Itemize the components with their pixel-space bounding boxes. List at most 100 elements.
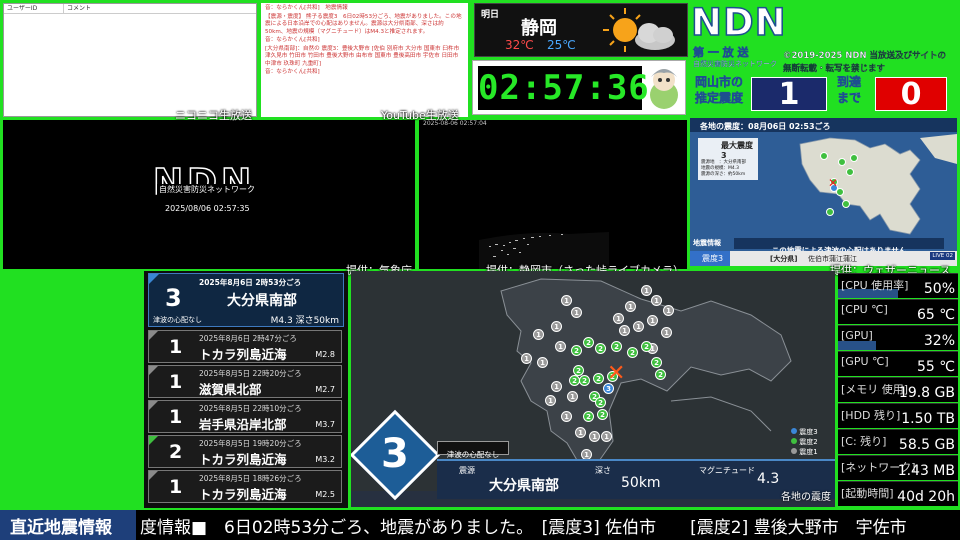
shindo-marker: 1 <box>551 381 562 392</box>
clock-display: 02:57:36 <box>478 66 650 110</box>
quake-list-item[interactable]: 2 2025年8月5日 19時20分ごろ トカラ列島近海 M3.2 <box>148 435 342 468</box>
shindo-marker: 2 <box>595 397 606 408</box>
arrival-countdown-value: 0 <box>900 77 922 112</box>
news-map-title: 各地の震度：08月06日 02:53ごろ <box>700 122 831 131</box>
main-quake-map: 1111111111111111122222222222222223211111… <box>351 271 835 507</box>
shindo-marker: 2 <box>655 369 666 380</box>
shindo-marker: 2 <box>593 373 604 384</box>
stat-row: [C: 残り] 58.5 GB <box>838 429 958 454</box>
epicenter-value: 大分県南部 <box>489 478 559 494</box>
news-max-box: 最大震度 3 震源地 ：大分県南部 地震の規模：M4.3 震源の深さ：約50km <box>698 138 758 180</box>
ticker-text: 度情報■ 6日02時53分ごろ、地震がありました。 [震度3] 佐伯市 [震度2… <box>140 518 907 538</box>
arrival-until: 到達 <box>837 75 862 90</box>
shindo-marker: 2 <box>583 411 594 422</box>
shindo-marker: 1 <box>567 391 578 402</box>
row-shindo: 1 <box>169 406 183 428</box>
column-user-id[interactable]: ユーザーID <box>4 4 64 13</box>
row-place: 岩手県沿岸北部 <box>199 417 287 432</box>
stat-value: 32% <box>923 333 955 349</box>
column-comment[interactable]: コメント <box>64 4 91 13</box>
shindo-marker: 1 <box>661 327 672 338</box>
ticker-label: 直近地震情報 <box>0 510 136 540</box>
top-quake-place: 大分県南部 <box>227 293 297 309</box>
ndn-screen-logo: NDN <box>152 161 256 204</box>
arrival-place: 岡山市の <box>695 75 744 90</box>
shindo-marker: 1 <box>619 325 630 336</box>
news-tag: 地震情報 <box>693 239 721 247</box>
stat-row: [HDD 残り] 1.50 TB <box>838 403 958 428</box>
stat-key: [起動時間] <box>841 487 894 500</box>
row-corner <box>149 366 158 375</box>
stat-row: [GPU ℃] 55 ℃ <box>838 351 958 376</box>
stat-value: 1.50 TB <box>901 411 955 427</box>
stat-value: 50% <box>923 281 955 297</box>
shindo-marker: 2 <box>627 347 638 358</box>
quake-list-item[interactable]: 1 2025年8月5日 22時20分ごろ 滋賀県北部 M2.7 <box>148 365 342 398</box>
chat-line: 音：ならかくん[共和] <box>265 37 320 43</box>
shindo-marker: 1 <box>613 313 624 324</box>
news-max-title: 最大震度 3 <box>721 141 753 160</box>
news-footer-place: [大分県] <box>770 255 798 263</box>
stat-value: 65 ℃ <box>917 307 955 323</box>
news-map-land <box>799 134 957 235</box>
weather-panel: 明日 静岡 32℃ 25℃ <box>474 3 688 57</box>
shindo-diamond-value: 3 <box>381 431 409 477</box>
ndn-broadcast-screen: NDN 自然災害防災ネットワーク 2025/08/06 02:57:35 <box>3 120 415 269</box>
shindo-marker: 2 <box>597 409 608 420</box>
label-nico: ニコニコ生放送 <box>175 109 252 122</box>
news-detail-line: 震源の深さ：約50km <box>701 172 746 177</box>
top-quake-shindo: 3 <box>165 284 182 312</box>
top-quake-mag: M4.3 深さ50km <box>270 316 339 326</box>
quake-top-card[interactable]: 2025年8月6日 2時53分ごろ 3 大分県南部 津波の心配なし M4.3 深… <box>148 273 344 327</box>
legend-shindo2: 震度2 <box>791 437 818 447</box>
depth-value: 50km <box>621 475 661 491</box>
main-caption: 各地の震度 <box>781 492 831 503</box>
stat-value: 58.5 GB <box>898 437 955 453</box>
quake-list-item[interactable]: 1 2025年8月6日 2時47分ごろ トカラ列島近海 M2.8 <box>148 330 342 363</box>
copyright-line1: ©2019-2025 NDN 当放送及びサイトの <box>783 51 947 61</box>
row-shindo: 1 <box>169 476 183 498</box>
stat-row: [GPU] 32% <box>838 325 958 350</box>
weather-day: 明日 <box>481 10 500 20</box>
top-card-corner <box>149 274 159 284</box>
weather-high: 32℃ <box>505 38 534 52</box>
estimated-shindo-value: 1 <box>778 77 800 112</box>
row-magnitude: M2.7 <box>315 385 335 394</box>
shindo-marker: 1 <box>521 353 532 364</box>
shindo-marker: 2 <box>651 357 662 368</box>
shindo-marker: 1 <box>663 305 674 316</box>
chat-log: 音：ならかくん[共和] 地震情報 【震源・震度】 熊子る震度3 6日02時53分ご… <box>261 3 468 117</box>
shindo-marker: 1 <box>601 431 612 442</box>
shindo-marker: 2 <box>571 345 582 356</box>
shindo-marker: 1 <box>651 295 662 306</box>
row-corner <box>149 471 158 480</box>
comment-table: ユーザーID コメント <box>3 3 257 117</box>
stat-row: [メモリ 使用] 19.8 GB <box>838 377 958 402</box>
shindo-marker: 1 <box>561 411 572 422</box>
row-magnitude: M2.8 <box>315 350 335 359</box>
quake-list-item[interactable]: 1 2025年8月5日 22時10分ごろ 岩手県沿岸北部 M3.7 <box>148 400 342 433</box>
news-quake-map: 各地の震度：08月06日 02:53ごろ ✕ 最大震度 3 震源地 ：大分県南部… <box>690 118 957 266</box>
chat-lines: 音：ならかくん[共和] 地震情報 【震源・震度】 熊子る震度3 6日02時53分ご… <box>265 5 464 77</box>
quake-list-item[interactable]: 1 2025年8月5日 18時26分ごろ トカラ列島近海 M2.5 <box>148 470 342 503</box>
shindo-marker: 1 <box>641 285 652 296</box>
stat-bar <box>838 341 877 350</box>
stat-value: 1.43 MB <box>897 463 955 479</box>
chat-line: 【震源・震度】 熊子る震度3 6日02時53分ごろ、地震がありました。この地震に… <box>265 13 462 35</box>
top-quake-tsunami: 津波の心配なし <box>153 316 202 324</box>
legend-shindo3: 震度3 <box>791 427 818 437</box>
row-shindo: 1 <box>169 371 183 393</box>
stat-row: [ネットワーク] 1.43 MB <box>838 455 958 480</box>
stat-row: [起動時間] 40d 20h <box>838 481 958 506</box>
news-footer-shindo: 震度3 <box>690 251 730 266</box>
ndn-screen-tagline: 自然災害防災ネットワーク <box>157 184 257 195</box>
weather-city: 静岡 <box>521 18 557 39</box>
epicenter-label: 震源 <box>459 466 475 475</box>
shindo-marker: 1 <box>575 427 586 438</box>
stat-key: [CPU ℃] <box>841 303 888 316</box>
stat-value: 40d 20h <box>897 489 955 505</box>
stat-key: [HDD 残り] <box>841 409 901 422</box>
label-youtube: YouTube生放送 <box>381 109 459 122</box>
ticker-label-text: 直近地震情報 <box>10 518 112 538</box>
shindo-marker: 1 <box>647 315 658 326</box>
